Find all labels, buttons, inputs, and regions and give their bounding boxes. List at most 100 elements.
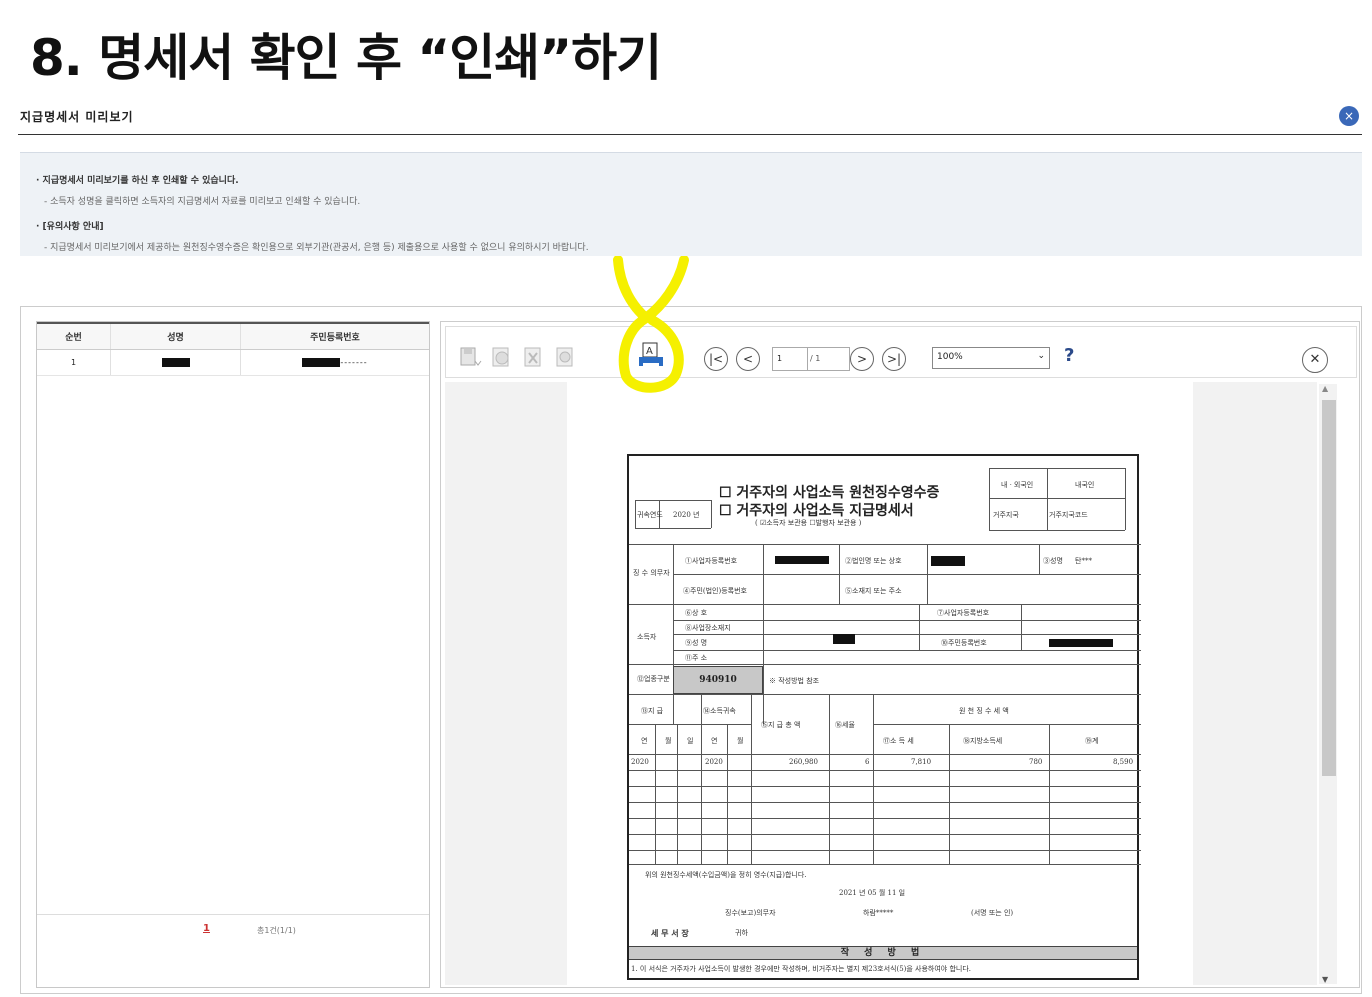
scroll-down-arrow[interactable]: ▼ [1322,975,1328,984]
redacted-id [302,358,341,367]
row-total: 260,980 [789,758,818,766]
redacted-biz-no [775,556,829,564]
row-no: 1 [37,350,111,375]
header-no: 순번 [37,324,111,349]
field-earner-biz-no: ⑦사업자등록번호 [937,609,990,617]
form-method-title: 작 성 방 법 [629,946,1137,960]
col-year: 연 [641,737,648,745]
col-belong-year: 연 [711,737,718,745]
field-trade-name: ⑥상 호 [685,609,708,617]
col-day: 일 [687,737,694,745]
residence-code-label: 거주지국코드 [1049,511,1088,519]
last-page-button[interactable]: >| [882,347,906,371]
row-local-tax: 780 [1029,758,1043,766]
field-biz-no: ①사업자등록번호 [685,557,738,565]
title-divider [18,134,1362,135]
redacted-earner-id [1049,639,1113,647]
industry-code: 940910 [673,666,763,694]
row-id-suffix: ------- [340,358,368,367]
form-subtitle: ( ☑소득자 보관용 ☐발행자 보관용 ) [755,519,862,527]
notice-line: · [유의사항 안내] [36,222,104,232]
field-payer-name: ③성명 [1043,557,1063,565]
col-local-tax: ⑱지방소득세 [963,737,1003,745]
first-page-button[interactable]: |< [704,347,728,371]
pdf-export-icon[interactable] [490,345,514,369]
payer-name-value: 탄*** [1075,557,1092,565]
col-rate: ⑯세율 [835,721,855,729]
notice-line: - 지급명세서 미리보기에서 제공하는 원천징수영수증은 확인용으로 외부기관(… [44,243,589,253]
resident-value: 내국인 [1075,481,1095,489]
redacted-name [161,358,190,367]
form-tax-office: 세 무 서 장 [651,928,689,938]
field-corp-name: ②법인명 또는 상호 [845,557,902,565]
col-belong-month: 월 [737,737,744,745]
notice-line: - 소득자 성명을 클릭하면 소득자의 지급명세서 자료를 미리보고 인쇄할 수… [44,197,361,207]
col-income-tax: ⑰소 득 세 [883,737,914,745]
field-address: ⑤소재지 또는 주소 [845,587,902,595]
page-title: 8. 명세서 확인 후 “인쇄”하기 [30,29,662,87]
save-icon[interactable] [458,345,482,369]
header-name: 성명 [111,324,241,349]
row-pay-year: 2020 [631,758,649,766]
col-withheld: 원 천 징 수 세 액 [959,707,1009,715]
viewer-scrollbar[interactable]: ▲ ▼ [1319,384,1337,984]
row-sum: 8,590 [1113,758,1134,766]
field-biz-address: ⑧사업장소재지 [685,624,731,632]
earner-list-panel: 순번 성명 주민등록번호 1 ------- 1 총1건(1/1) [36,321,430,988]
hwp-export-icon[interactable] [554,345,578,369]
highlight-mark [613,256,689,393]
pager-current[interactable]: 1 [203,923,210,934]
withholding-receipt-form: ☐ 거주자의 사업소득 원천징수영수증 ☐ 거주자의 사업소득 지급명세서 ( … [627,454,1141,980]
next-page-button[interactable]: > [850,347,874,371]
help-icon[interactable]: ? [1064,345,1074,366]
zoom-value: 100% [937,352,963,362]
field-resident-no: ④주민(법인)등록번호 [683,587,747,595]
form-tax-office-suffix: 귀하 [735,929,748,937]
industry-code-label: ⑫업종구분 [637,675,670,683]
list-header: 순번 성명 주민등록번호 [37,322,429,350]
modal-close-button[interactable]: × [1339,106,1359,126]
col-month: 월 [665,737,672,745]
notice-box: · 지급명세서 미리보기를 하신 후 인쇄할 수 있습니다. - 소득자 성명을… [20,152,1362,256]
field-earner-id: ⑩주민등록번호 [941,639,987,647]
scroll-thumb[interactable] [1322,400,1336,776]
table-row[interactable]: 1 ------- [37,350,429,376]
list-footer-divider [37,914,429,915]
payer-label: 징 수 의무자 [633,569,670,577]
row-id: ------- [241,350,429,375]
col-sum: ⑲계 [1085,737,1099,745]
pager-info: 총1건(1/1) [257,926,296,935]
preview-page: ☐ 거주자의 사업소득 원천징수영수증 ☐ 거주자의 사업소득 지급명세서 ( … [567,382,1193,985]
form-payer-role: 징수(보고)의무자 [725,909,776,917]
form-date: 2021 년 05 월 11 일 [839,889,906,897]
viewer-toolbar: A |< < 1 / 1 > >| 100% ⌄ ? ✕ [445,326,1357,378]
header-id: 주민등록번호 [310,333,360,343]
field-earner-address: ⑪주 소 [685,654,708,662]
form-method-line: 1. 이 서식은 거주자가 사업소득이 발생한 경우에만 작성하며, 비거주자는… [631,965,972,973]
page-total: / 1 [806,347,850,371]
form-title-receipt: ☐ 거주자의 사업소득 원천징수영수증 [719,485,940,501]
zoom-select[interactable]: 100% ⌄ [932,347,1050,369]
scroll-up-arrow[interactable]: ▲ [1322,384,1328,393]
row-rate: 6 [865,758,870,766]
redacted-corp-name [931,556,965,566]
col-payment: ⑬지 급 [641,707,664,715]
col-belong: ⑭소득귀속 [703,707,736,715]
earner-label: 소득자 [637,633,657,641]
row-name-link[interactable] [111,350,241,375]
industry-code-note: ※ 작성방법 참조 [769,677,820,685]
preview-area: ☐ 거주자의 사업소득 원천징수영수증 ☐ 거주자의 사업소득 지급명세서 ( … [445,382,1317,985]
year-label: 귀속연도 [637,511,663,519]
form-payer-name: 하람***** [863,909,894,917]
redacted-earner-name [833,634,855,644]
row-income-tax: 7,810 [911,758,932,766]
modal-title: 지급명세서 미리보기 [20,110,134,124]
row-belong-year: 2020 [705,758,723,766]
page-number-input[interactable]: 1 [772,347,808,371]
viewer-close-button[interactable]: ✕ [1302,347,1328,373]
year-value: 2020 년 [673,511,700,519]
form-confirm-text: 위의 원천징수세액(수입금액)을 정히 영수(지급)합니다. [645,871,807,879]
prev-page-button[interactable]: < [736,347,760,371]
form-title-statement: ☐ 거주자의 사업소득 지급명세서 [719,503,914,519]
excel-export-icon[interactable] [522,345,546,369]
